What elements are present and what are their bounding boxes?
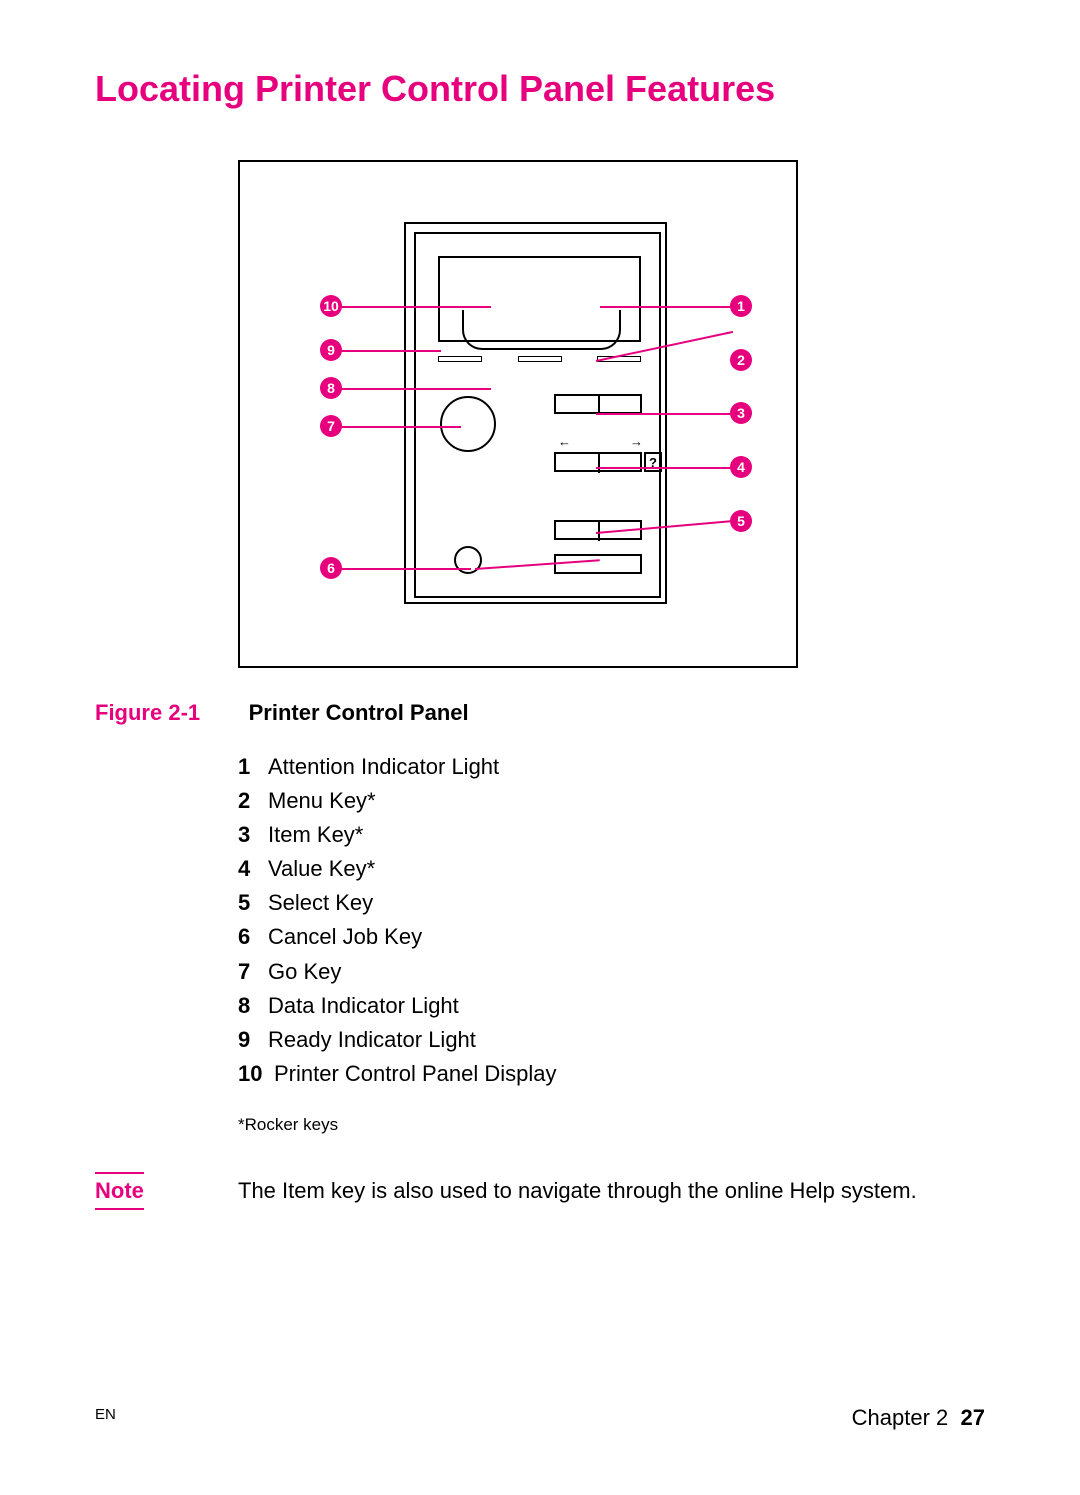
page-number: 27: [961, 1405, 985, 1430]
legend-text: Printer Control Panel Display: [274, 1057, 556, 1091]
list-item: 1Attention Indicator Light: [238, 750, 556, 784]
legend-list: 1Attention Indicator Light 2Menu Key* 3I…: [238, 750, 556, 1091]
data-light-icon: [518, 356, 562, 362]
footer-language: EN: [95, 1406, 116, 1423]
callout-line: [596, 467, 736, 469]
callout-line: [600, 306, 732, 308]
list-item: 7Go Key: [238, 955, 556, 989]
callout-6: 6: [320, 557, 342, 579]
list-item: 2Menu Key*: [238, 784, 556, 818]
panel-inner: ← → ?: [414, 232, 661, 598]
page-title: Locating Printer Control Panel Features: [95, 68, 775, 110]
legend-text: Data Indicator Light: [268, 989, 459, 1023]
callout-5: 5: [730, 510, 752, 532]
help-icon: ?: [644, 452, 662, 472]
callout-line: [341, 388, 491, 390]
legend-text: Attention Indicator Light: [268, 750, 499, 784]
display-curve: [462, 310, 621, 350]
footnote: *Rocker keys: [238, 1115, 338, 1135]
callout-3: 3: [730, 402, 752, 424]
item-key-icon: [554, 452, 642, 472]
footer-chapter: Chapter 2: [852, 1405, 949, 1430]
legend-text: Go Key: [268, 955, 341, 989]
callout-4: 4: [730, 456, 752, 478]
legend-text: Ready Indicator Light: [268, 1023, 476, 1057]
callout-line: [341, 306, 491, 308]
go-key-icon: [440, 396, 496, 452]
callout-1: 1: [730, 295, 752, 317]
callout-9: 9: [320, 339, 342, 361]
legend-text: Select Key: [268, 886, 373, 920]
legend-text: Cancel Job Key: [268, 920, 422, 954]
callout-line: [341, 426, 461, 428]
figure-caption: Figure 2-1 Printer Control Panel: [95, 700, 995, 726]
figure-title: Printer Control Panel: [249, 700, 469, 725]
callout-line: [596, 413, 736, 415]
list-item: 10Printer Control Panel Display: [238, 1057, 556, 1091]
note-label: Note: [95, 1172, 144, 1210]
callout-7: 7: [320, 415, 342, 437]
display-icon: [438, 256, 641, 342]
legend-text: Value Key*: [268, 852, 375, 886]
arrow-left-icon: ←: [558, 434, 571, 449]
list-item: 9Ready Indicator Light: [238, 1023, 556, 1057]
figure-frame: 1 2 3 4 5 6 7 8 9 10: [238, 160, 798, 668]
callout-2: 2: [730, 349, 752, 371]
callout-line: [341, 568, 471, 570]
arrow-right-icon: →: [630, 434, 643, 449]
list-item: 5Select Key: [238, 886, 556, 920]
figure-label: Figure 2-1: [95, 700, 200, 725]
footer-right: Chapter 2 27: [852, 1405, 985, 1431]
select-key-icon: [554, 554, 642, 574]
callout-8: 8: [320, 377, 342, 399]
list-item: 4Value Key*: [238, 852, 556, 886]
callout-10: 10: [320, 295, 342, 317]
list-item: 8Data Indicator Light: [238, 989, 556, 1023]
menu-key-icon: [554, 394, 642, 414]
page: Locating Printer Control Panel Features …: [0, 0, 1080, 1495]
legend-text: Menu Key*: [268, 784, 376, 818]
list-item: 3Item Key*: [238, 818, 556, 852]
note-text: The Item key is also used to navigate th…: [238, 1178, 998, 1204]
legend-text: Item Key*: [268, 818, 363, 852]
list-item: 6Cancel Job Key: [238, 920, 556, 954]
ready-light-icon: [438, 356, 482, 362]
callout-line: [341, 350, 441, 352]
